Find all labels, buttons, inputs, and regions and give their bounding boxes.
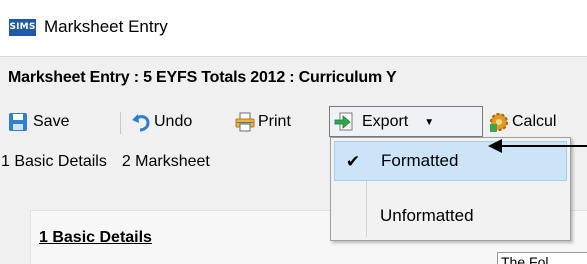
menu-item-unformatted[interactable]: Unformatted [334, 198, 567, 238]
section-nav: 1 Basic Details 2 Marksheet [1, 153, 225, 171]
section-title-basic-details: 1 Basic Details [39, 229, 152, 246]
checkmark-icon: ✔ [345, 152, 361, 171]
sims-logo-icon: SIMS [9, 19, 36, 36]
export-label: Export [362, 113, 409, 130]
menu-item-unformatted-label: Unformatted [380, 206, 474, 225]
calculate-label: Calcul [512, 113, 557, 130]
nav-tab-marksheet[interactable]: 2 Marksheet [122, 153, 210, 170]
panel-text-peek: The Fol [497, 252, 587, 264]
save-icon [9, 113, 27, 131]
printer-icon [235, 112, 255, 132]
print-button[interactable]: Print [235, 108, 291, 136]
gear-icon [490, 113, 508, 132]
export-button[interactable]: Export ▼ [334, 108, 434, 136]
undo-button[interactable]: Undo [131, 108, 192, 136]
print-label: Print [258, 113, 291, 130]
nav-tab-basic-details[interactable]: 1 Basic Details [1, 153, 107, 170]
toolbar-separator [120, 112, 121, 134]
export-icon [334, 112, 353, 131]
chevron-down-icon[interactable]: ▼ [424, 117, 434, 128]
save-label: Save [33, 113, 70, 130]
menu-item-formatted[interactable]: ✔ Formatted [334, 141, 567, 181]
undo-icon [132, 114, 150, 132]
page-title: Marksheet Entry : 5 EYFS Totals 2012 : C… [8, 69, 397, 86]
title-bar: SIMS Marksheet Entry [0, 0, 587, 57]
export-dropdown-menu: ✔ Formatted Unformatted [330, 137, 571, 241]
menu-item-formatted-label: Formatted [381, 151, 459, 170]
undo-label: Undo [154, 113, 193, 130]
calculate-button[interactable]: Calcul [488, 108, 556, 136]
window-title: Marksheet Entry [44, 17, 168, 36]
save-button[interactable]: Save [8, 108, 69, 136]
